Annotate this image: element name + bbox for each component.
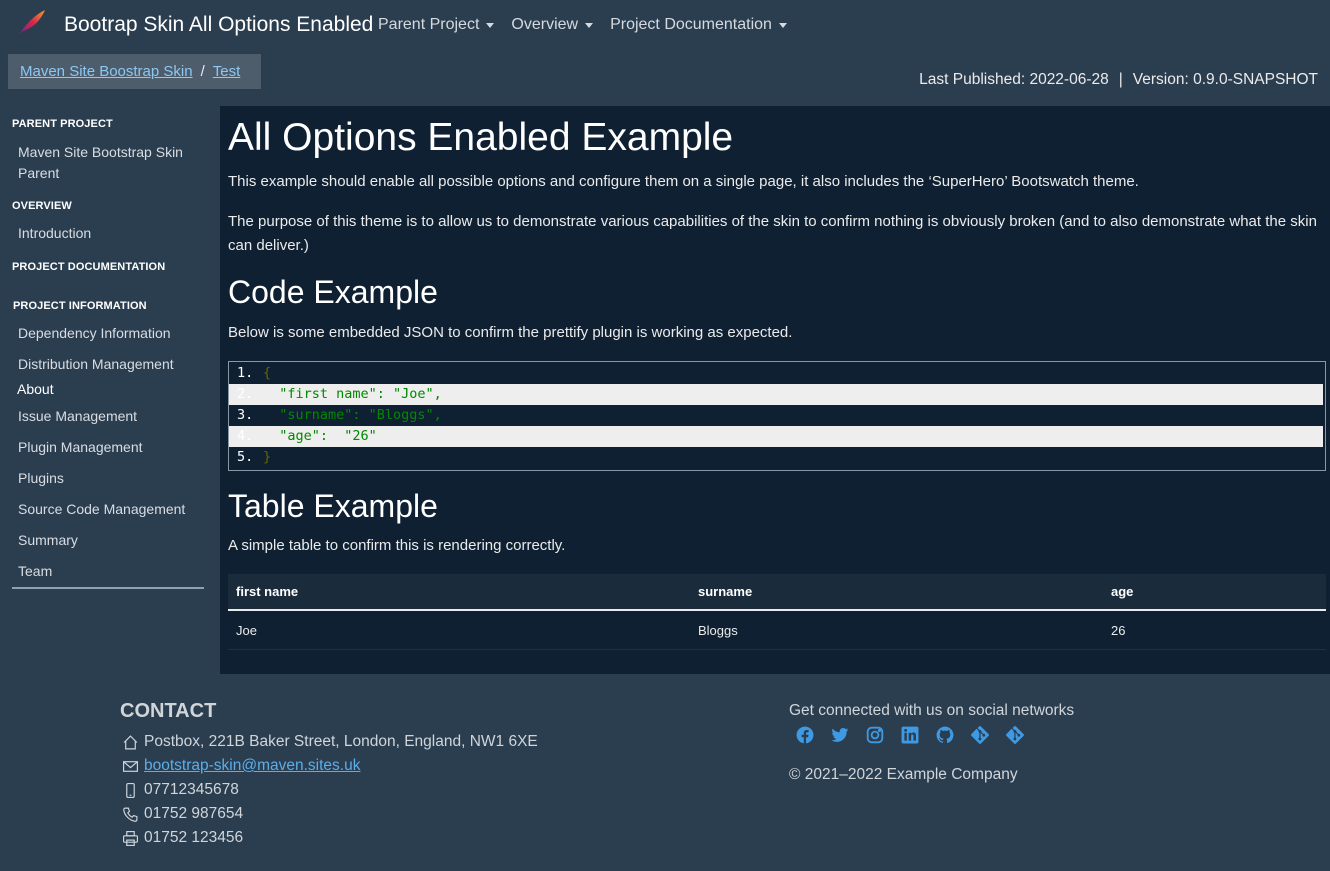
sidebar-item-source-code-management[interactable]: Source Code Management [18,499,185,520]
house-icon [123,734,138,749]
contact-fax: 01752 123456 [122,829,243,847]
feather-logo-icon[interactable] [17,9,47,35]
instagram-icon[interactable] [866,726,884,744]
code-example-text: Below is some embedded JSON to confirm t… [228,324,793,341]
line-number: 4. [237,428,254,444]
sidebar-header-parent-project: PARENT PROJECT [12,118,113,130]
nav-overview-label: Overview [511,16,579,33]
sidebar-item-plugins[interactable]: Plugins [18,468,64,489]
sidebar-header-overview: OVERVIEW [12,200,72,212]
table-row: Joe Bloggs 26 [228,611,1326,650]
nav-project-documentation[interactable]: Project Documentation [610,16,787,34]
code-example-heading: Code Example [228,274,438,310]
git-icon[interactable] [971,726,989,744]
table-header-row: first name surname age [228,574,1326,611]
sidebar-header-project-information: PROJECT INFORMATION [13,300,147,312]
sidebar-item-team[interactable]: Team [18,561,52,582]
page-title: All Options Enabled Example [228,116,734,159]
breadcrumb-link-skin[interactable]: Maven Site Boostrap Skin [20,63,193,80]
address-text: Postbox, 221B Baker Street, London, Engl… [144,733,538,750]
sidebar-item-plugin-management[interactable]: Plugin Management [18,437,143,458]
printer-icon [123,830,138,846]
table-example-text: A simple table to confirm this is render… [228,537,566,554]
code-text: } [263,449,272,465]
table-cell: 26 [1111,622,1126,638]
sidebar-item-label: Parent [18,165,60,181]
nav-project-documentation-label: Project Documentation [610,16,772,33]
main-content: All Options Enabled Example This example… [220,106,1330,674]
code-text: "first name": "Joe", [263,386,442,402]
code-line: 2. "first name": "Joe", [229,384,1323,405]
breadcrumb-separator: / [200,63,205,80]
mobile-text: 07712345678 [144,781,239,798]
sidebar-item-summary[interactable]: Summary [18,530,78,551]
data-table: first name surname age Joe Bloggs 26 [228,574,1326,650]
sidebar-item-about[interactable]: About [17,379,54,400]
contact-title: CONTACT [120,700,217,722]
line-number: 1. [237,365,254,381]
caret-down-icon [585,22,594,28]
table-cell: Joe [236,622,257,638]
linkedin-icon[interactable] [901,726,919,744]
code-text: "surname": "Bloggs", [263,407,442,423]
copyright: © 2021–2022 Example Company [789,766,1018,783]
sidebar-item-dependency-information[interactable]: Dependency Information [18,323,171,344]
brand-title[interactable]: Bootrap Skin All Options Enabled [64,13,373,37]
sidebar-item-issue-management[interactable]: Issue Management [18,406,137,427]
last-published: Last Published: 2022-06-28 [919,71,1109,88]
nav-overview[interactable]: Overview [511,16,594,34]
code-line: 5.} [229,447,1323,468]
nav-menu: Parent Project Overview Project Document… [378,16,787,34]
contact-phone: 01752 987654 [122,805,243,823]
git-icon[interactable] [1006,726,1024,744]
navbar: Bootrap Skin All Options Enabled Parent … [0,0,1330,50]
code-line: 3. "surname": "Bloggs", [229,405,1323,426]
publish-separator: | [1118,71,1123,88]
twitter-icon[interactable] [831,726,849,744]
purpose-paragraph: The purpose of this theme is to allow us… [228,213,1317,254]
mobile-phone-icon [126,782,135,798]
facebook-icon[interactable] [796,726,814,744]
column-header-age: age [1111,584,1134,599]
code-line: 4. "age": "26" [229,426,1323,447]
column-header-first-name: first name [236,584,299,599]
nav-parent-project[interactable]: Parent Project [378,16,495,34]
sidebar-header-project-documentation: PROJECT DOCUMENTATION [12,261,166,273]
email-link[interactable]: bootstrap-skin@maven.sites.uk [144,757,360,775]
breadcrumb: Maven Site Boostrap Skin / Test [8,54,261,89]
code-text: "age": "26" [263,428,377,444]
code-block[interactable]: 1. { 2. "first name": "Joe", 3. "surname"… [228,361,1326,471]
table-cell: Bloggs [698,622,738,638]
telephone-icon [123,807,138,822]
code-line: 1. { [229,363,1323,384]
publish-info: Last Published: 2022-06-28 | Version: 0.9.… [919,71,1318,89]
sidebar-item-introduction[interactable]: Introduction [18,223,91,244]
social-text: Get connected with us on social networks [789,702,1075,719]
intro-paragraph: This example should enable all possible … [228,173,1139,190]
sidebar-item-label: Maven Site Bootstrap Skin [18,144,183,160]
breadcrumb-link-test[interactable]: Test [213,63,241,80]
contact-address: Postbox, 221B Baker Street, London, Engl… [122,733,538,751]
caret-down-icon [778,22,787,28]
version: Version: 0.9.0-SNAPSHOT [1132,71,1318,88]
line-number: 2. [237,386,254,402]
social-icons [796,726,1024,744]
fax-text: 01752 123456 [144,829,244,846]
sidebar: PARENT PROJECT Maven Site Bootstrap Skin… [0,106,220,674]
contact-mobile: 07712345678 [122,781,239,799]
table-example-heading: Table Example [228,488,438,524]
line-number: 5. [237,449,254,465]
line-number: 3. [237,407,254,423]
column-header-surname: surname [698,584,753,599]
sidebar-divider [12,587,204,589]
code-text: { [263,365,272,381]
phone-text: 01752 987654 [144,805,244,822]
nav-parent-project-label: Parent Project [378,16,480,33]
envelope-icon [123,760,138,772]
github-icon[interactable] [936,726,954,744]
sidebar-item-distribution-management[interactable]: Distribution Management [18,354,174,375]
caret-down-icon [486,22,495,28]
sidebar-item-parent[interactable]: Maven Site Bootstrap Skin Parent [18,142,183,184]
contact-email: bootstrap-skin@maven.sites.uk [122,757,360,775]
